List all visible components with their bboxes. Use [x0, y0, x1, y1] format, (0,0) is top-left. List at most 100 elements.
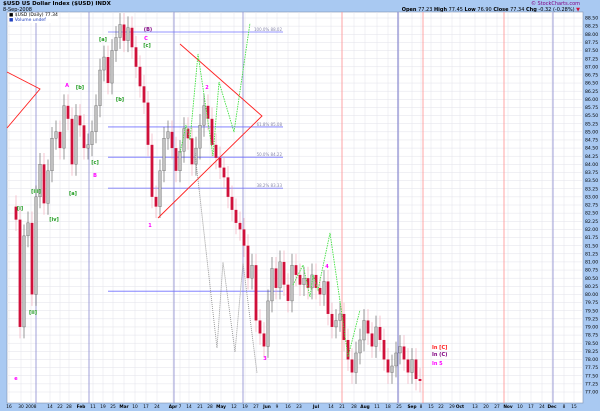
legend-item-volume: ■ Volume undef [9, 18, 46, 23]
x-tick-label: 23 [296, 404, 302, 410]
wave-label: In 5 [432, 361, 443, 367]
wave-label: [a] [99, 37, 107, 43]
candle [218, 157, 222, 168]
y-tick-label: 87.75 [585, 40, 598, 46]
candle [50, 138, 54, 172]
candle [46, 170, 50, 204]
candle [362, 320, 366, 341]
candle [158, 170, 162, 207]
x-tick-label: 22 [438, 404, 444, 410]
candle [350, 359, 354, 373]
candle [98, 69, 102, 106]
candle [318, 287, 322, 295]
candle [138, 66, 142, 87]
candle [414, 359, 418, 379]
x-tick-label: 28 [351, 404, 357, 410]
candle [170, 131, 174, 149]
y-tick-label: 83.25 [585, 186, 598, 192]
candle [250, 265, 254, 279]
y-tick-label: 88.25 [585, 24, 598, 30]
candle [134, 47, 138, 67]
candle [274, 268, 278, 288]
candle [106, 57, 110, 84]
candle [74, 115, 78, 165]
x-tick-label: 15 [428, 404, 434, 410]
x-tick-label: 28 [207, 404, 213, 410]
y-tick-label: 86.50 [585, 81, 598, 87]
x-tick-label: 14 [186, 404, 192, 410]
y-tick-label: 77.25 [585, 381, 598, 387]
candle [298, 274, 302, 285]
candle [150, 144, 154, 197]
candle [130, 27, 134, 48]
y-tick-label: 85.25 [585, 121, 598, 127]
price-chart[interactable]: 88.50 88.25 88.00 87.75 87.50 87.25 87.00 86.75… [0, 0, 600, 411]
x-tick-label: 25 [110, 404, 116, 410]
candle [114, 37, 118, 51]
x-tick-label: 17 [528, 404, 534, 410]
wave-label: In (C) [432, 352, 447, 358]
x-tick-label: 10 [517, 404, 523, 410]
candle [390, 365, 394, 373]
candle [202, 105, 206, 126]
y-tick-label: 82.25 [585, 219, 598, 225]
x-tick-label: 17 [143, 404, 149, 410]
candle [354, 352, 358, 373]
x-tick-label: Apr [169, 404, 178, 410]
x-tick-label: 22 [57, 404, 63, 410]
candle [266, 300, 270, 347]
y-tick-label: 80.50 [585, 276, 598, 282]
y-tick-label: 84.00 [585, 162, 598, 168]
y-tick-label: 78.25 [585, 349, 598, 355]
wave-label: B [93, 173, 97, 179]
candle [42, 164, 46, 204]
x-tick-label: Feb [77, 404, 86, 410]
candle [102, 56, 106, 71]
fib-level-label: 100.0% 88.02 [254, 27, 282, 32]
candle [322, 281, 326, 295]
wave-label: 2 [205, 85, 209, 91]
x-tick-label: Oct [456, 404, 464, 410]
x-tick-label: Jul [312, 404, 320, 410]
y-tick-label: 80.75 [585, 268, 598, 274]
y-tick-label: 79.00 [585, 325, 598, 331]
candle [366, 320, 370, 334]
y-tick-label: 79.25 [585, 316, 598, 322]
y-tick-label: 83.00 [585, 194, 598, 200]
candle [30, 222, 34, 295]
y-tick-label: 86.75 [585, 73, 598, 79]
wave-label: [c] [143, 43, 151, 49]
fib-level-label: 38.2% 83.33 [257, 183, 283, 188]
x-tick-label: May [216, 404, 226, 410]
candle [66, 105, 70, 119]
candle [62, 105, 66, 149]
candle [110, 50, 114, 84]
x-tick-label: 10 [132, 404, 138, 410]
chart-legend: ■ $USD (Daily) 77.34 ■ Volume undef [9, 13, 58, 23]
plot-area [6, 11, 584, 404]
candle [26, 222, 30, 237]
x-tick-label: 7 [179, 404, 182, 410]
wave-label: 3 [263, 356, 267, 362]
candle [206, 105, 210, 119]
candle [262, 333, 266, 347]
wave-label: A [65, 83, 69, 89]
candle [226, 177, 230, 197]
y-tick-label: 81.75 [585, 235, 598, 241]
candle [126, 27, 130, 41]
x-tick-label: 13 [472, 404, 478, 410]
y-tick-label: 78.75 [585, 333, 598, 339]
candle [90, 131, 94, 145]
y-tick-label: 88.00 [585, 32, 598, 38]
x-tick-label: 18 [385, 404, 391, 410]
legend-volume-label: Volume undef [14, 18, 46, 23]
candle [54, 131, 58, 139]
candle [394, 352, 398, 367]
wave-label: e [14, 376, 18, 382]
candle [382, 339, 386, 360]
candle [142, 86, 146, 103]
x-tick-label: 16 [285, 404, 291, 410]
y-tick-label: 85.50 [585, 113, 598, 119]
candle [402, 346, 406, 360]
candle [326, 281, 330, 314]
